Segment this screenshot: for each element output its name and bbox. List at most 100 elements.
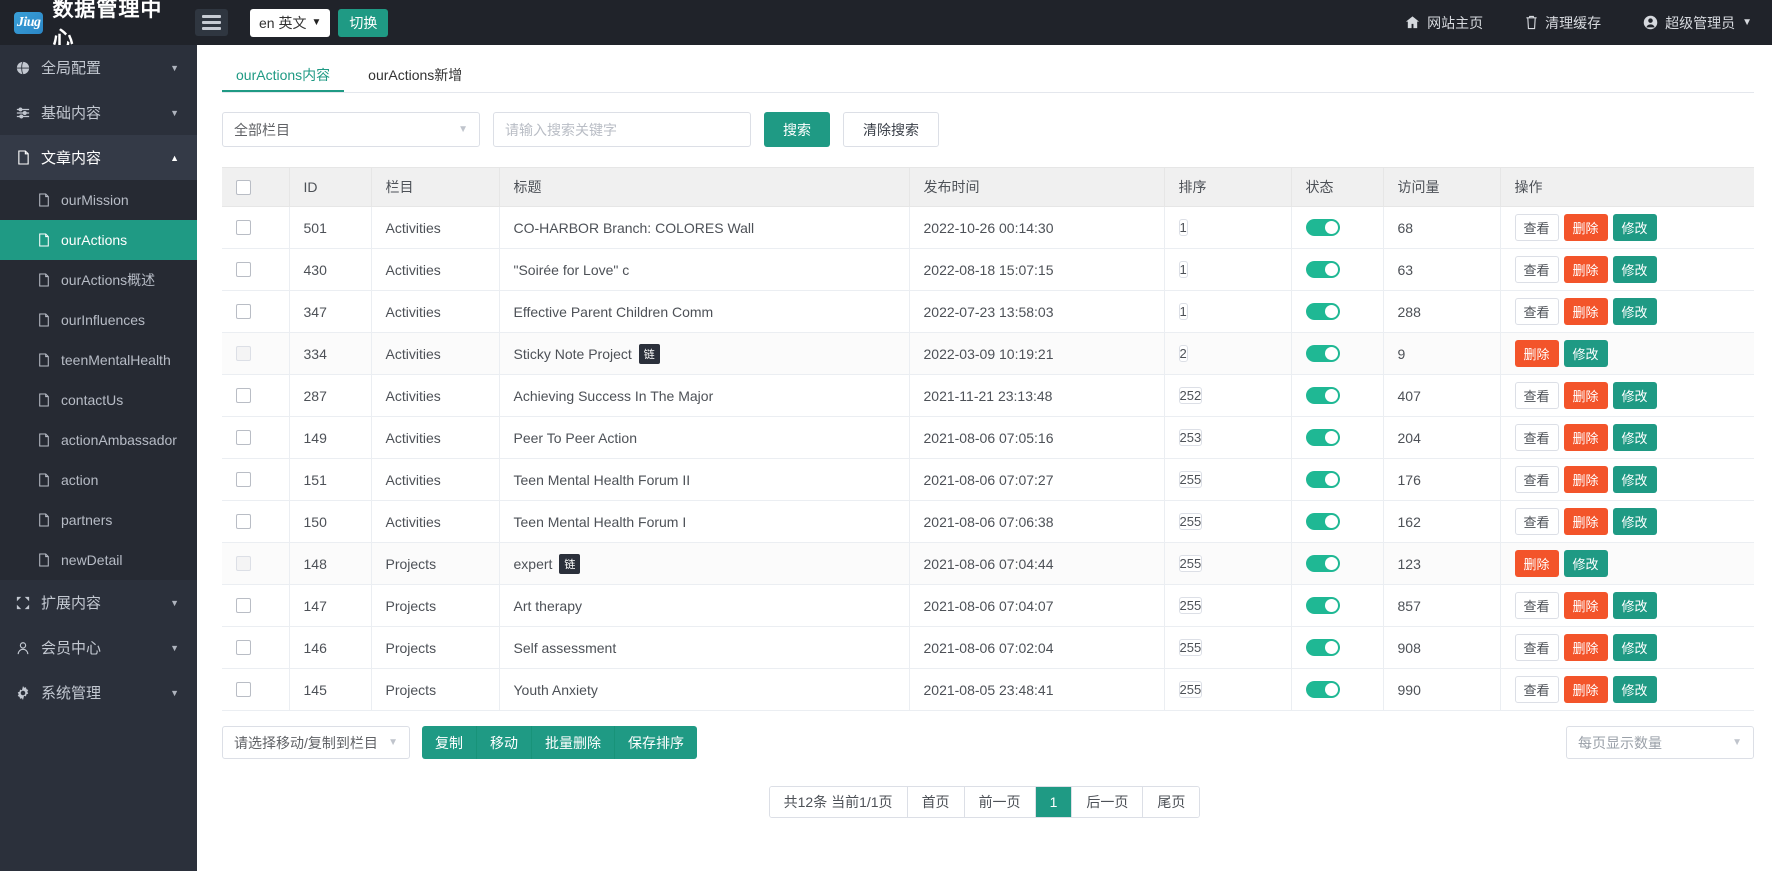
sidebar-item-newdetail[interactable]: newDetail [0, 540, 197, 580]
status-toggle[interactable] [1305, 639, 1340, 656]
status-toggle[interactable] [1305, 219, 1340, 236]
move-button[interactable]: 移动 [477, 726, 532, 759]
sidebar-group-member-center[interactable]: 会员中心 ▼ [0, 625, 197, 670]
delete-button[interactable]: 删除 [1563, 466, 1608, 493]
edit-button[interactable]: 修改 [1612, 676, 1657, 703]
edit-button[interactable]: 修改 [1612, 466, 1657, 493]
status-toggle[interactable] [1305, 471, 1340, 488]
sidebar-item-teenmentalhealth[interactable]: teenMentalHealth [0, 340, 197, 380]
sort-input[interactable]: 255 [1178, 471, 1203, 488]
edit-button[interactable]: 修改 [1612, 214, 1657, 241]
sidebar-item-ourinfluences[interactable]: ourInfluences [0, 300, 197, 340]
row-checkbox[interactable] [236, 640, 251, 655]
edit-button[interactable]: 修改 [1612, 256, 1657, 283]
row-checkbox[interactable] [236, 682, 251, 697]
view-button[interactable]: 查看 [1514, 634, 1559, 661]
delete-button[interactable]: 删除 [1563, 382, 1608, 409]
row-checkbox[interactable] [236, 304, 251, 319]
edit-button[interactable]: 修改 [1612, 382, 1657, 409]
hamburger-icon[interactable] [195, 9, 228, 36]
edit-button[interactable]: 修改 [1612, 424, 1657, 451]
row-checkbox[interactable] [236, 472, 251, 487]
per-page-select[interactable]: 每页显示数量 ▼ [1566, 726, 1754, 759]
status-toggle[interactable] [1305, 345, 1340, 362]
status-toggle[interactable] [1305, 261, 1340, 278]
view-button[interactable]: 查看 [1514, 592, 1559, 619]
category-filter-select[interactable]: 全部栏目 ▼ [222, 112, 480, 147]
status-toggle[interactable] [1305, 387, 1340, 404]
sort-input[interactable]: 2 [1178, 345, 1188, 362]
delete-button[interactable]: 删除 [1563, 634, 1608, 661]
site-home-link[interactable]: 网站主页 [1405, 13, 1483, 33]
sidebar-group-basic-content[interactable]: 基础内容 ▼ [0, 90, 197, 135]
status-toggle[interactable] [1305, 555, 1340, 572]
sidebar-group-system-management[interactable]: 系统管理 ▼ [0, 670, 197, 715]
view-button[interactable]: 查看 [1514, 508, 1559, 535]
delete-button[interactable]: 删除 [1563, 676, 1608, 703]
delete-button[interactable]: 删除 [1514, 550, 1559, 577]
status-toggle[interactable] [1305, 303, 1340, 320]
delete-button[interactable]: 删除 [1563, 256, 1608, 283]
sort-input[interactable]: 255 [1178, 681, 1203, 698]
sidebar-item-partners[interactable]: partners [0, 500, 197, 540]
user-menu[interactable]: 超级管理员 ▼ [1643, 13, 1752, 33]
delete-button[interactable]: 删除 [1563, 214, 1608, 241]
view-button[interactable]: 查看 [1514, 214, 1559, 241]
view-button[interactable]: 查看 [1514, 466, 1559, 493]
move-copy-select[interactable]: 请选择移动/复制到栏目 ▼ [222, 726, 410, 759]
sidebar-item-actionambassador[interactable]: actionAmbassador [0, 420, 197, 460]
view-button[interactable]: 查看 [1514, 676, 1559, 703]
copy-button[interactable]: 复制 [422, 726, 477, 759]
pagination-next[interactable]: 后一页 [1072, 787, 1144, 817]
delete-button[interactable]: 删除 [1514, 340, 1559, 367]
sort-input[interactable]: 1 [1178, 303, 1188, 320]
pagination-prev[interactable]: 前一页 [964, 787, 1036, 817]
sidebar-group-article-content[interactable]: 文章内容 ▲ [0, 135, 197, 180]
row-checkbox[interactable] [236, 220, 251, 235]
row-checkbox[interactable] [236, 262, 251, 277]
sort-input[interactable]: 1 [1178, 219, 1188, 236]
view-button[interactable]: 查看 [1514, 298, 1559, 325]
clear-search-button[interactable]: 清除搜索 [843, 112, 939, 147]
batch-delete-button[interactable]: 批量删除 [532, 726, 615, 759]
delete-button[interactable]: 删除 [1563, 592, 1608, 619]
search-input[interactable] [493, 112, 751, 147]
search-button[interactable]: 搜索 [764, 112, 830, 147]
sort-input[interactable]: 255 [1178, 639, 1203, 656]
edit-button[interactable]: 修改 [1612, 298, 1657, 325]
sort-input[interactable]: 253 [1178, 429, 1203, 446]
sort-input[interactable]: 252 [1178, 387, 1203, 404]
pagination-first[interactable]: 首页 [907, 787, 965, 817]
delete-button[interactable]: 删除 [1563, 424, 1608, 451]
status-toggle[interactable] [1305, 597, 1340, 614]
sort-input[interactable]: 255 [1178, 597, 1203, 614]
sidebar-group-extended-content[interactable]: 扩展内容 ▼ [0, 580, 197, 625]
tab-ouractions-new[interactable]: ourActions新增 [354, 59, 476, 93]
delete-button[interactable]: 删除 [1563, 298, 1608, 325]
sidebar-item-action[interactable]: action [0, 460, 197, 500]
edit-button[interactable]: 修改 [1563, 340, 1608, 367]
clear-cache-link[interactable]: 清理缓存 [1525, 13, 1601, 33]
sort-input[interactable]: 255 [1178, 555, 1203, 572]
status-toggle[interactable] [1305, 513, 1340, 530]
sidebar-item-contactus[interactable]: contactUs [0, 380, 197, 420]
delete-button[interactable]: 删除 [1563, 508, 1608, 535]
edit-button[interactable]: 修改 [1612, 508, 1657, 535]
sidebar-item-ouractions[interactable]: ourActions [0, 220, 197, 260]
sidebar-item-ourmission[interactable]: ourMission [0, 180, 197, 220]
tab-ouractions-content[interactable]: ourActions内容 [222, 59, 345, 93]
pagination-page-1[interactable]: 1 [1035, 787, 1073, 817]
save-sort-button[interactable]: 保存排序 [615, 726, 697, 759]
edit-button[interactable]: 修改 [1612, 592, 1657, 619]
sort-input[interactable]: 255 [1178, 513, 1203, 530]
switch-language-button[interactable]: 切换 [338, 8, 389, 37]
view-button[interactable]: 查看 [1514, 256, 1559, 283]
row-checkbox[interactable] [236, 556, 251, 571]
row-checkbox[interactable] [236, 388, 251, 403]
pagination-last[interactable]: 尾页 [1143, 787, 1200, 817]
edit-button[interactable]: 修改 [1612, 634, 1657, 661]
sort-input[interactable]: 1 [1178, 261, 1188, 278]
select-all-checkbox[interactable] [236, 179, 251, 195]
status-toggle[interactable] [1305, 681, 1340, 698]
sidebar-group-global-config[interactable]: 全局配置 ▼ [0, 45, 197, 90]
